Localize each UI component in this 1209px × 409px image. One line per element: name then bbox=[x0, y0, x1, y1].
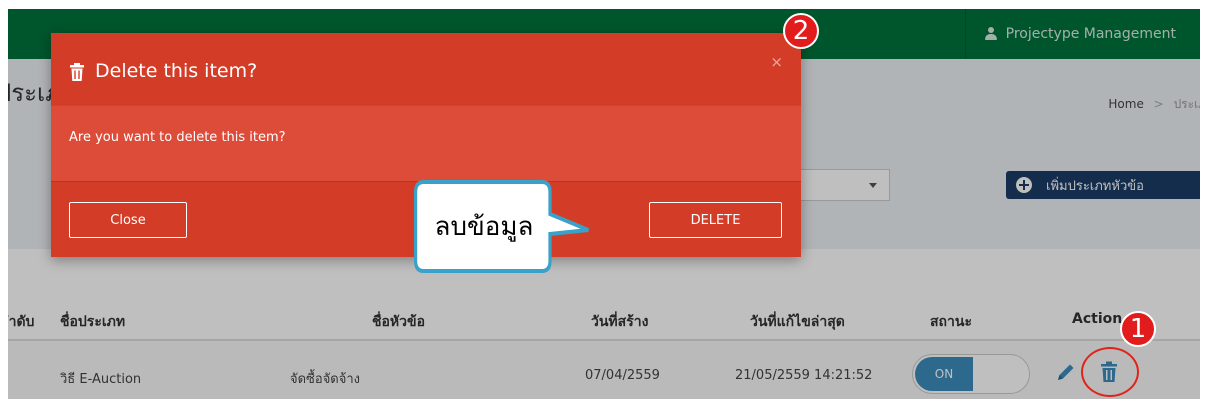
modal-body: Are you want to delete this item? bbox=[51, 105, 801, 181]
step-marker-2: 2 bbox=[783, 13, 819, 49]
close-button[interactable]: Close bbox=[69, 202, 187, 238]
close-icon[interactable]: × bbox=[770, 53, 783, 71]
callout-text: ลบข้อมูล bbox=[434, 212, 534, 242]
app-page: Projectype Management ประเภท Home > ประเ… bbox=[8, 9, 1200, 399]
modal-message: Are you want to delete this item? bbox=[69, 130, 286, 145]
delete-button[interactable]: DELETE bbox=[649, 202, 782, 238]
modal-title: Delete this item? bbox=[95, 60, 258, 82]
trash-icon bbox=[70, 63, 84, 81]
step-marker-1: 1 bbox=[1120, 311, 1156, 347]
delete-highlight-ring bbox=[1081, 347, 1139, 397]
modal-header: Delete this item? × bbox=[51, 33, 801, 105]
